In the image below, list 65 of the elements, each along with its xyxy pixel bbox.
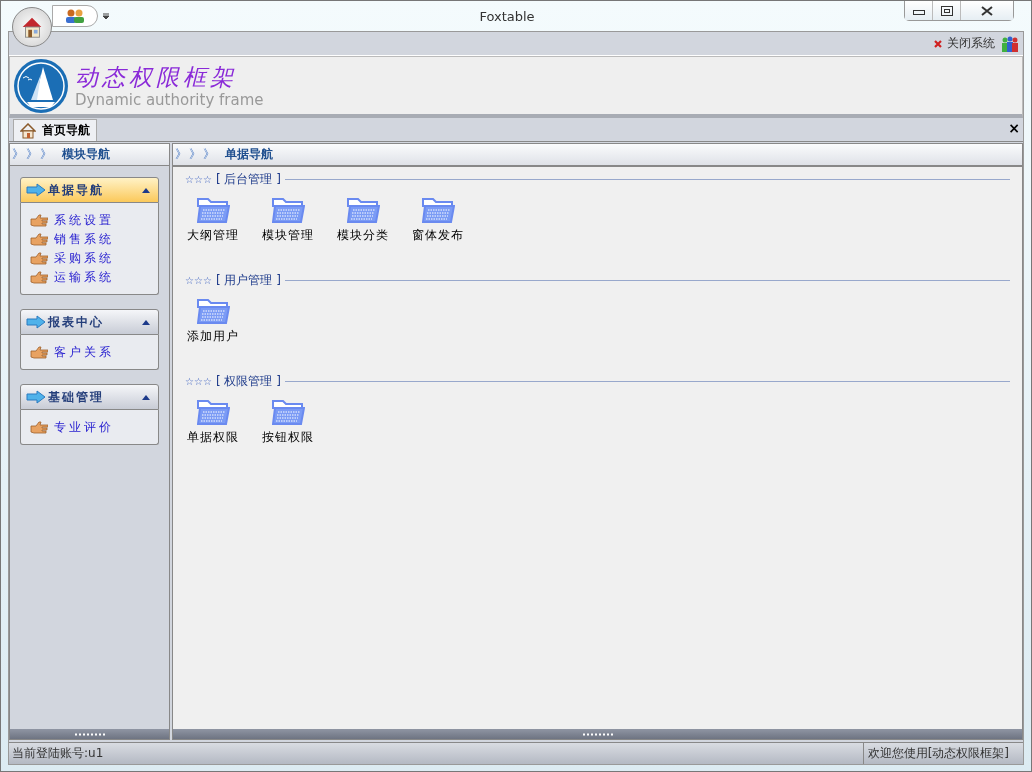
nav-item[interactable]: 运输系统 [30, 269, 149, 285]
folder-icon [196, 398, 230, 425]
arrow-icon [26, 315, 46, 329]
sailboat-logo [13, 57, 69, 114]
folder-icon [271, 398, 305, 425]
chevron-marks: 》》》 [12, 146, 54, 163]
grip-icon [582, 732, 613, 736]
arrow-icon [26, 183, 46, 197]
minimize-button[interactable] [905, 1, 933, 20]
folder-item[interactable]: 窗体发布 [410, 196, 466, 244]
pointing-hand-icon [30, 269, 48, 285]
close-button[interactable] [961, 1, 1013, 20]
folder-icon [196, 196, 230, 223]
folder-icon [271, 196, 305, 223]
status-text: 当前登陆账号:u1 [11, 745, 105, 762]
maximize-button[interactable] [933, 1, 961, 20]
arrow-icon [26, 390, 46, 404]
grip-icon [74, 732, 105, 736]
star-marks: ☆☆☆ [185, 376, 212, 387]
banner-title: 动态权限框架 [75, 62, 238, 91]
star-marks: ☆☆☆ [185, 174, 212, 185]
close-system-button[interactable]: 关闭系统 [934, 35, 995, 52]
panel-title: 单据导航 [225, 146, 273, 163]
pointing-hand-icon [30, 212, 48, 228]
folder-icon [346, 196, 380, 223]
status-text: 欢迎您使用[动态权限框架] [862, 743, 1023, 764]
window-title: Foxtable [478, 8, 536, 24]
pointing-hand-icon [30, 250, 48, 266]
pointing-hand-icon [30, 419, 48, 435]
nav-item[interactable]: 采购系统 [30, 250, 149, 266]
folder-item[interactable]: 模块分类 [335, 196, 391, 244]
chevron-marks: 》》》 [175, 146, 217, 163]
dropdown-icon[interactable] [102, 12, 110, 20]
group-header[interactable]: 基础管理 [20, 384, 159, 410]
banner-subtitle: Dynamic authority frame [75, 90, 264, 109]
folder-item[interactable]: 大纲管理 [185, 196, 241, 244]
group-header[interactable]: 报表中心 [20, 309, 159, 335]
group-header[interactable]: 单据导航 [20, 177, 159, 203]
close-icon [981, 5, 993, 16]
close-icon [934, 39, 942, 48]
users-icon [1001, 34, 1019, 53]
pointing-hand-icon [30, 231, 48, 247]
folder-item[interactable]: 单据权限 [185, 398, 241, 446]
folder-icon [421, 196, 455, 223]
folder-icon [196, 297, 230, 324]
section-title: [ 后台管理 ] [215, 171, 281, 188]
close-tab-button[interactable]: × [1008, 120, 1020, 136]
section-title: [ 权限管理 ] [215, 373, 281, 390]
folder-item[interactable]: 模块管理 [260, 196, 316, 244]
pointing-hand-icon [30, 344, 48, 360]
nav-item[interactable]: 系统设置 [30, 212, 149, 228]
maximize-icon [940, 5, 953, 16]
folder-item[interactable]: 添加用户 [185, 297, 241, 345]
star-marks: ☆☆☆ [185, 275, 212, 286]
section-title: [ 用户管理 ] [215, 272, 281, 289]
splitter-handle[interactable] [173, 729, 1022, 739]
nav-item[interactable]: 销售系统 [30, 231, 149, 247]
splitter-handle[interactable] [10, 729, 169, 739]
folder-item[interactable]: 按钮权限 [260, 398, 316, 446]
panel-title: 模块导航 [62, 146, 110, 163]
people-icon [65, 8, 85, 24]
users-toolbar-button[interactable] [52, 5, 98, 27]
tab[interactable]: 首页导航 [13, 119, 97, 141]
app-menu-button[interactable] [12, 7, 52, 47]
house-icon [20, 122, 36, 139]
